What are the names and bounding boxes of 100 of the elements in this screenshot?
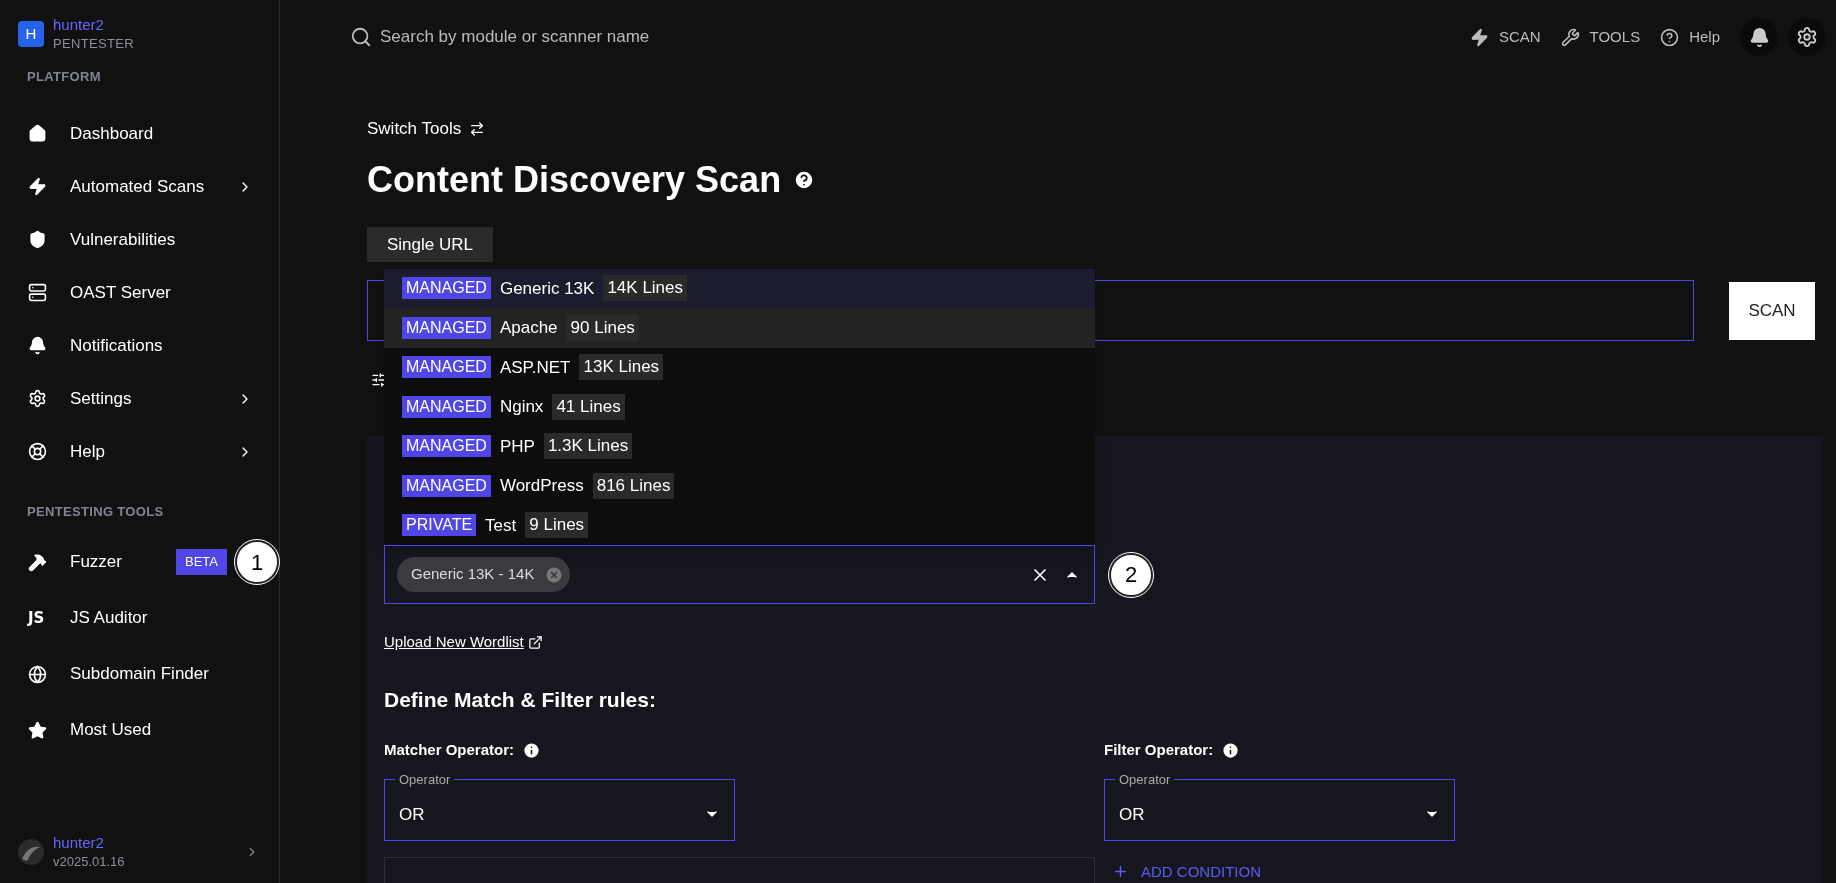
bell-icon (28, 336, 47, 355)
sidebar-item[interactable]: Notifications (0, 319, 257, 372)
settings-icon (28, 389, 47, 408)
settings-button[interactable] (1788, 18, 1826, 56)
floating-label: Operator (1118, 771, 1172, 788)
wordlist-name: ASP.NET (499, 356, 571, 379)
upload-wordlist-link[interactable]: Upload New Wordlist (384, 631, 543, 654)
line-count: 41 Lines (552, 393, 625, 420)
wrench-icon (1560, 27, 1580, 47)
bell-icon (1748, 26, 1770, 48)
remove-icon (544, 564, 565, 585)
wordlist-option[interactable]: MANAGED WordPress 816 Lines (384, 466, 1095, 506)
line-count: 14K Lines (603, 275, 688, 302)
wordlist-option[interactable]: MANAGED PHP 1.3K Lines (384, 426, 1095, 466)
sidebar-item-label: Help (70, 440, 106, 463)
wordlist-name: Test (485, 514, 517, 537)
sidebar-item[interactable]: Dashboard (0, 107, 257, 160)
star-icon (28, 720, 47, 740)
sidebar-item-label: Most Used (70, 719, 153, 742)
rules-heading: Define Match & Filter rules: (384, 687, 657, 713)
wordlist-name: WordPress (499, 475, 584, 497)
wordlist-name: PHP (499, 435, 535, 458)
shield-icon (28, 230, 47, 249)
help-icon (1660, 27, 1680, 47)
line-count: 1.3K Lines (543, 433, 633, 460)
notifications-button[interactable] (1740, 18, 1778, 56)
sidebar-item[interactable]: JS JS Auditor (0, 590, 257, 646)
sidebar-item[interactable]: OAST Server (0, 266, 257, 319)
js-icon: JS (28, 606, 45, 630)
sliders-icon (371, 372, 387, 388)
callout-number: 1 (235, 540, 279, 584)
sidebar-item-label: JS Auditor (70, 607, 149, 630)
globe-icon (28, 664, 47, 684)
wordlist-tag: MANAGED (402, 474, 491, 497)
user-name: hunter2 (53, 15, 105, 34)
wordlist-name: Apache (499, 317, 558, 339)
bolt-icon (28, 177, 47, 196)
sidebar-item[interactable]: Subdomain Finder (0, 646, 257, 702)
help-icon (793, 169, 816, 191)
user-footer[interactable]: hunter2 v2025.01.16 (0, 833, 279, 871)
select-value: OR (1119, 803, 1145, 826)
line-count: 816 Lines (592, 472, 675, 499)
hammer-icon (28, 552, 47, 572)
toolbar-action[interactable]: Help (1660, 25, 1720, 49)
line-count: 9 Lines (525, 512, 589, 539)
page-title: Content Discovery Scan (367, 158, 782, 202)
sidebar-item[interactable]: Automated Scans (0, 160, 257, 213)
scan-button[interactable]: SCAN (1729, 281, 1815, 340)
sidebar-item[interactable]: Most Used (0, 702, 257, 758)
toolbar-action[interactable]: TOOLS (1560, 25, 1641, 49)
server-icon (28, 283, 47, 302)
wordlist-option[interactable]: MANAGED Apache 90 Lines (384, 308, 1095, 348)
user-avatar: H (18, 21, 44, 47)
floating-label: Operator (398, 771, 452, 788)
wordlist-tag: MANAGED (402, 395, 491, 418)
sidebar-item[interactable]: Help (0, 425, 257, 478)
search-field[interactable]: Search by module or scanner name (380, 24, 780, 50)
line-count: 13K Lines (579, 354, 664, 381)
wordlist-tag: MANAGED (402, 277, 491, 300)
section-header: PENTESTING TOOLS (26, 503, 165, 522)
wordlists-field[interactable]: Generic 13K - 14K (384, 545, 1095, 604)
wordlist-name: Generic 13K (499, 277, 595, 300)
wordlist-option[interactable]: MANAGED Nginx 41 Lines (384, 387, 1095, 427)
sidebar-item-label: Fuzzer (70, 551, 123, 574)
settings-icon (1796, 26, 1818, 48)
operator-label: Filter Operator: (1104, 740, 1214, 761)
info-icon (522, 741, 542, 760)
mode-tab[interactable]: Single URL (367, 227, 493, 262)
operator-label: Matcher Operator: (384, 740, 515, 761)
sidebar-item[interactable]: Settings (0, 372, 257, 425)
sidebar-item[interactable]: Vulnerabilities (0, 213, 257, 266)
wordlist-option[interactable]: MANAGED ASP.NET 13K Lines (384, 347, 1095, 387)
sidebar-item-label: Settings (70, 387, 133, 410)
wordlist-tag: MANAGED (402, 435, 491, 458)
wordlist-name: Nginx (499, 396, 544, 418)
callout-number: 2 (1109, 552, 1153, 597)
wordlist-option[interactable]: MANAGED Generic 13K 14K Lines (384, 268, 1095, 308)
sidebar-item-label: Automated Scans (70, 175, 206, 198)
footer-user-name: hunter2 (53, 833, 105, 852)
sidebar-item-label: Subdomain Finder (70, 663, 210, 686)
search-icon (350, 26, 372, 48)
toolbar-action[interactable]: SCAN (1469, 25, 1541, 49)
sidebar-item-label: OAST Server (70, 281, 172, 304)
line-count: 90 Lines (566, 314, 639, 341)
switch-tools-link[interactable]: Switch Tools (367, 117, 486, 141)
wordlist-tag: PRIVATE (402, 514, 477, 537)
home-icon (28, 124, 47, 143)
wordlist-tag: MANAGED (402, 316, 491, 339)
sidebar-item-label: Notifications (70, 334, 164, 357)
switch-icon (469, 121, 486, 137)
wordlist-chip[interactable]: Generic 13K - 14K (397, 557, 571, 592)
add-condition-button[interactable]: ADD CONDITION (1104, 860, 1806, 883)
app-version: v2025.01.16 (53, 853, 126, 871)
external-link-icon (527, 634, 543, 650)
sidebar-item[interactable]: Fuzzer BETA (0, 534, 229, 590)
sidebar-item-label: Dashboard (70, 122, 155, 145)
section-header: PLATFORM (26, 68, 102, 87)
wordlist-option[interactable]: PRIVATE Test 9 Lines (384, 505, 1095, 545)
sidebar-item-label: Vulnerabilities (70, 228, 177, 251)
avatar-icon (18, 839, 44, 865)
